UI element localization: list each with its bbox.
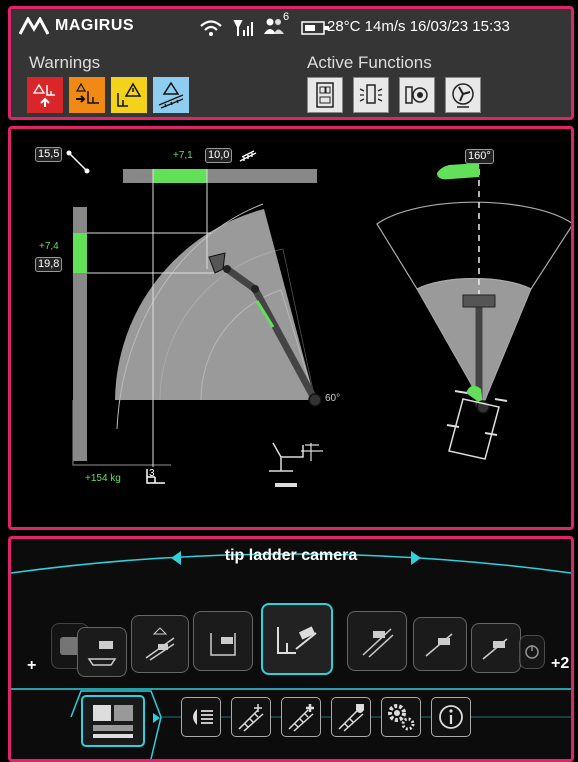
info-icon xyxy=(439,705,463,729)
camera-tile-6[interactable] xyxy=(413,617,467,671)
camera-tile-tip-ladder[interactable] xyxy=(261,603,333,675)
function-control-panel[interactable] xyxy=(307,77,343,113)
basket-warning-icon xyxy=(117,82,142,107)
settings-icon xyxy=(388,704,415,731)
warning-outrigger-retract[interactable] xyxy=(69,77,105,113)
monitor-camera-icon xyxy=(482,638,508,660)
camera-tile-2[interactable] xyxy=(131,615,189,673)
light-icon xyxy=(193,709,213,725)
outrigger-warning-icon xyxy=(32,83,55,107)
ladder-warning-icon xyxy=(158,81,184,109)
camera-tile-1[interactable] xyxy=(77,627,127,677)
warning-lights-icon xyxy=(359,84,383,104)
outrigger-retract-icon xyxy=(75,82,99,104)
active-functions-title: Active Functions xyxy=(307,53,432,72)
reach-indicator xyxy=(153,169,207,183)
function-fan[interactable] xyxy=(445,77,481,113)
ladder-add-icon xyxy=(238,704,264,732)
wifi-icon xyxy=(200,19,222,36)
status-panel: MAGIRUS 6 28°C 14m/s 16/03/23 15:33 Warn… xyxy=(8,6,574,120)
ladder-view-panel: 15,5 +7,1 10,0 +7,4 19,8 +154 kg 3 60° 1… xyxy=(8,126,574,530)
control-panel-icon xyxy=(316,82,334,108)
load-value: +154 kg xyxy=(85,473,121,484)
warning-outrigger[interactable] xyxy=(27,77,63,113)
height-value: 19,8 xyxy=(35,257,63,272)
ladder-plus-icon xyxy=(288,704,314,732)
tip-ladder-camera-icon xyxy=(277,626,317,654)
menu-button-settings[interactable] xyxy=(381,697,421,737)
generator-icon xyxy=(405,86,428,104)
power-icon xyxy=(525,645,539,659)
camera-next-button[interactable] xyxy=(411,551,421,565)
signal-icon xyxy=(233,19,253,36)
camera-tile-3[interactable] xyxy=(193,611,253,671)
layout-button[interactable] xyxy=(81,695,145,747)
more-cameras-left: + xyxy=(27,657,37,674)
layout-arrow xyxy=(153,713,160,723)
svg-text:3: 3 xyxy=(149,468,155,479)
camera-controls-panel: tip ladder camera + +2 xyxy=(8,536,574,762)
function-generator[interactable] xyxy=(399,77,435,113)
camera-tile-5[interactable] xyxy=(347,611,407,671)
brand: MAGIRUS xyxy=(19,17,134,35)
warning-basket[interactable] xyxy=(111,77,147,113)
extension-delta: +7,1 xyxy=(173,150,193,161)
warnings-title: Warnings xyxy=(29,53,101,72)
height-delta: +7,4 xyxy=(39,241,59,252)
basket-load-icon: 3 xyxy=(146,468,165,484)
basket-front-camera-icon xyxy=(210,633,236,656)
more-cameras-right: +2 xyxy=(551,655,570,672)
menu-button-ladder-plus[interactable] xyxy=(281,697,321,737)
people-count: 6 xyxy=(283,11,290,23)
ladder-shield-icon xyxy=(338,704,364,732)
brand-name: MAGIRUS xyxy=(55,17,135,34)
reach-scale xyxy=(123,169,317,183)
fan-icon xyxy=(452,83,474,108)
ladder-extension-icon xyxy=(239,150,257,162)
status-icons: 6 xyxy=(199,11,331,38)
ladder-diagram xyxy=(72,163,571,487)
rotation-indicator xyxy=(437,163,479,180)
people-icon: 6 xyxy=(263,11,289,38)
split-layout-icon xyxy=(93,705,133,738)
menu-button-ladder-add[interactable] xyxy=(231,697,271,737)
ladder-top-camera-icon xyxy=(362,628,394,658)
vertical-length-value: 15,5 xyxy=(35,147,63,162)
height-indicator xyxy=(73,233,87,273)
camera-tile-8[interactable] xyxy=(519,635,545,669)
rescue-camera-icon xyxy=(425,633,453,657)
camera-tile-7[interactable] xyxy=(471,623,521,673)
elevation-angle: 60° xyxy=(325,393,341,404)
magirus-logo-icon xyxy=(19,17,49,35)
menu-button-light[interactable] xyxy=(181,697,221,737)
ladder-length-icon xyxy=(66,150,90,174)
camera-label: tip ladder camera xyxy=(224,547,358,564)
rotation-angle: 160° xyxy=(465,149,494,164)
status-text: 28°C 14m/s 16/03/23 15:33 xyxy=(327,18,510,35)
function-warning-lights[interactable] xyxy=(353,77,389,113)
extension-value: 10,0 xyxy=(205,148,233,163)
menu-button-info[interactable] xyxy=(431,697,471,737)
cabin-camera-icon xyxy=(87,641,117,666)
warning-ladder[interactable] xyxy=(153,77,189,113)
menu-button-ladder-shield[interactable] xyxy=(331,697,371,737)
ladder-base-camera-icon xyxy=(145,627,175,661)
